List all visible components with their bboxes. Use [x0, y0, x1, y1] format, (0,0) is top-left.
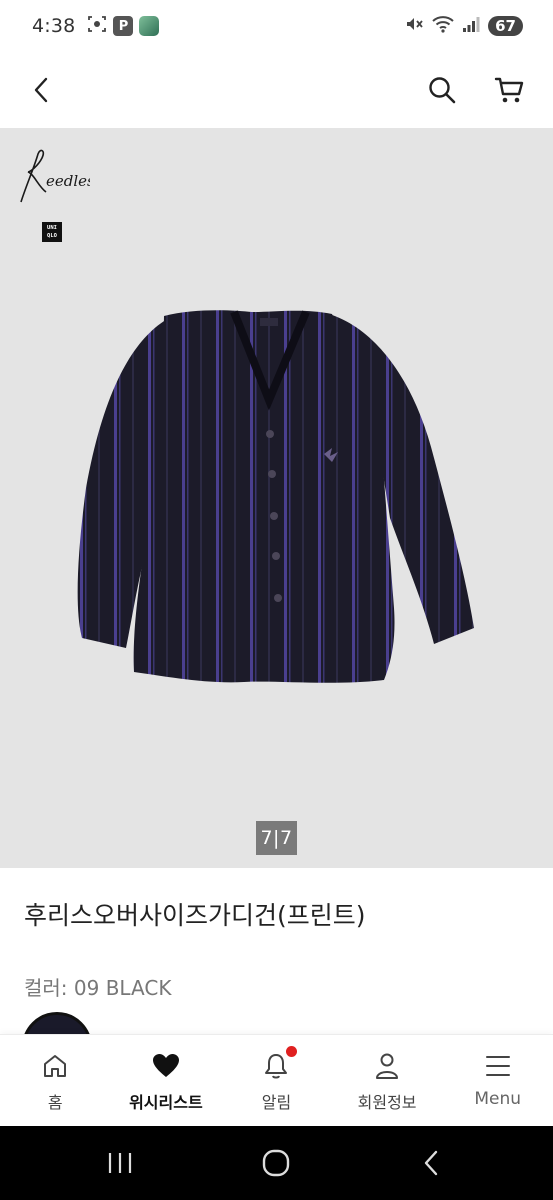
tab-wishlist[interactable]: 위시리스트	[111, 1035, 222, 1126]
uniqlo-logo: UNI QLO	[42, 222, 62, 242]
search-icon	[429, 77, 456, 104]
back-button[interactable]	[22, 70, 62, 110]
system-nav-bar	[0, 1126, 553, 1200]
cart-icon	[494, 77, 524, 103]
tab-wishlist-label: 위시리스트	[129, 1093, 203, 1112]
needles-logo: eedles	[16, 146, 95, 210]
system-back-button[interactable]	[414, 1146, 448, 1180]
product-color-label: 컬러: 09 BLACK	[24, 976, 172, 1000]
menu-icon	[485, 1051, 511, 1081]
tab-menu-label: Menu	[474, 1089, 522, 1109]
recent-apps-icon	[108, 1153, 132, 1173]
svg-text:eedles: eedles	[46, 172, 90, 190]
app-notification-icon	[139, 16, 160, 36]
bottom-tab-bar: 홈 위시리스트 알림 회원정보 Menu	[0, 1034, 553, 1126]
status-time: 4:38	[32, 15, 76, 37]
notification-badge	[286, 1046, 298, 1057]
search-button[interactable]	[422, 70, 462, 110]
status-notification-icons: P	[87, 14, 160, 39]
wifi-icon	[432, 14, 454, 39]
user-icon	[374, 1051, 400, 1081]
status-bar: 4:38 P 67	[0, 0, 553, 52]
recent-apps-button[interactable]	[100, 1146, 140, 1180]
product-title: 후리스오버사이즈가디건(프린트)	[24, 901, 366, 930]
cart-button[interactable]	[490, 70, 530, 110]
heart-icon	[152, 1051, 180, 1081]
parking-icon: P	[113, 16, 134, 36]
app-header	[0, 52, 553, 128]
status-system-icons: 67	[404, 14, 523, 39]
signal-icon	[462, 15, 480, 38]
home-button[interactable]	[256, 1146, 296, 1180]
tab-home[interactable]: 홈	[0, 1035, 111, 1126]
chevron-left-icon	[34, 77, 48, 103]
battery-indicator: 67	[488, 16, 523, 36]
product-photo	[74, 308, 484, 692]
screenshot-icon	[87, 14, 107, 39]
tab-home-label: 홈	[47, 1093, 63, 1112]
tab-menu[interactable]: Menu	[442, 1035, 553, 1126]
mute-icon	[404, 14, 424, 39]
tab-member-info-label: 회원정보	[357, 1093, 417, 1112]
bell-icon	[263, 1046, 298, 1081]
home-circle-icon	[262, 1149, 290, 1177]
tab-notifications[interactable]: 알림	[221, 1035, 332, 1126]
tab-member-info[interactable]: 회원정보	[332, 1035, 443, 1126]
back-arrow-icon	[424, 1150, 438, 1176]
tab-notifications-label: 알림	[261, 1093, 292, 1112]
home-icon	[41, 1051, 69, 1081]
product-image-carousel[interactable]: eedles UNI QLO 7|7	[0, 128, 553, 868]
image-counter: 7|7	[256, 821, 297, 855]
